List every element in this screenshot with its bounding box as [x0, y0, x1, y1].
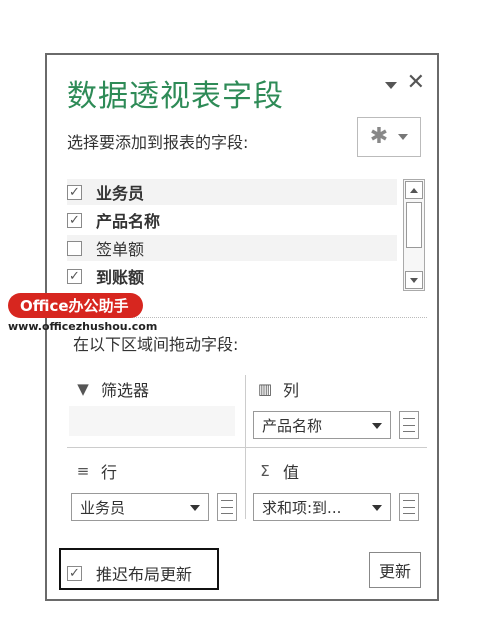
rows-well: 业务员: [71, 493, 243, 523]
area-divider-horizontal: [67, 447, 427, 448]
rows-area[interactable]: ≡ 行 业务员: [67, 453, 243, 527]
columns-area[interactable]: ▥ 列 产品名称: [249, 371, 427, 445]
columns-icon: ▥: [257, 380, 273, 398]
field-label: 业务员: [96, 184, 145, 203]
filters-drop-well[interactable]: [69, 406, 235, 436]
field-item-salesperson[interactable]: ✓ 业务员: [67, 179, 397, 205]
columns-well: 产品名称: [253, 411, 425, 441]
spinner-line: [403, 431, 415, 432]
pane-title: 数据透视表字段: [67, 79, 284, 114]
field-item-signed-amount[interactable]: 签单额: [67, 235, 397, 261]
columns-area-title: ▥ 列: [257, 377, 299, 401]
drag-areas-label: 在以下区域间拖动字段:: [73, 335, 239, 354]
values-area-title: Σ 值: [257, 459, 299, 483]
field-item-received-amount[interactable]: ✓ 到账额: [67, 263, 397, 289]
filters-label: 筛选器: [101, 381, 150, 400]
field-list: ✓ 业务员 ✓ 产品名称 签单额 ✓ 到账额: [67, 177, 425, 293]
field-checkbox[interactable]: ✓: [67, 212, 82, 228]
close-icon[interactable]: ✕: [407, 72, 425, 94]
scroll-down-button[interactable]: [405, 271, 423, 289]
column-field-chip[interactable]: 产品名称: [253, 411, 391, 439]
row-field-chip[interactable]: 业务员: [71, 493, 209, 521]
spinner-line: [221, 513, 233, 514]
watermark-brand: Office办公助手: [8, 293, 143, 318]
field-label: 到账额: [96, 268, 145, 287]
chip-label: 产品名称: [262, 416, 323, 435]
spinner-line: [403, 425, 415, 426]
choose-fields-label: 选择要添加到报表的字段:: [67, 133, 249, 152]
chevron-down-icon: [410, 277, 418, 283]
filters-area-title: ▼ 筛选器: [75, 377, 149, 401]
filter-icon: ▼: [77, 380, 89, 398]
spinner-line: [221, 507, 233, 508]
spinner-line: [403, 418, 415, 419]
field-checkbox[interactable]: ✓: [67, 268, 82, 284]
spinner-line: [403, 500, 415, 501]
columns-scroll-spinner[interactable]: [399, 411, 419, 439]
chevron-down-icon[interactable]: [190, 505, 200, 511]
field-checkbox[interactable]: ✓: [67, 184, 82, 200]
task-pane-options-icon[interactable]: [384, 81, 397, 89]
title-controls: ✕: [384, 72, 425, 94]
tools-button[interactable]: ✱: [357, 117, 421, 157]
rows-icon: ≡: [76, 462, 90, 480]
chip-label: 业务员: [80, 498, 126, 517]
value-field-chip[interactable]: 求和项:到...: [253, 493, 391, 521]
columns-label: 列: [283, 381, 300, 400]
scroll-thumb[interactable]: [406, 202, 422, 248]
field-checkbox[interactable]: [67, 240, 82, 256]
scroll-up-button[interactable]: [405, 181, 423, 199]
field-list-scrollbar[interactable]: [403, 179, 425, 291]
spinner-line: [403, 513, 415, 514]
field-label: 签单额: [96, 240, 145, 259]
watermark: Office办公助手 www.officezhushou.com: [8, 293, 157, 333]
spinner-line: [403, 507, 415, 508]
update-button[interactable]: 更新: [369, 552, 421, 588]
rows-area-title: ≡ 行: [75, 459, 117, 483]
rows-label: 行: [101, 463, 118, 482]
values-area[interactable]: Σ 值 求和项:到...: [249, 453, 427, 527]
spinner-line: [221, 500, 233, 501]
chip-label: 求和项:到...: [262, 498, 342, 517]
values-well: 求和项:到...: [253, 493, 425, 523]
chevron-down-icon: [398, 134, 409, 140]
defer-layout-update[interactable]: ✓ 推迟布局更新: [67, 561, 192, 585]
gear-icon: ✱: [369, 124, 389, 149]
chevron-down-icon[interactable]: [372, 505, 382, 511]
chevron-down-icon[interactable]: [372, 423, 382, 429]
rows-scroll-spinner[interactable]: [217, 493, 237, 521]
watermark-url: www.officezhushou.com: [8, 320, 158, 333]
values-scroll-spinner[interactable]: [399, 493, 419, 521]
field-item-product-name[interactable]: ✓ 产品名称: [67, 207, 397, 233]
defer-label: 推迟布局更新: [96, 565, 193, 584]
values-label: 值: [283, 463, 300, 482]
chevron-up-icon: [410, 187, 418, 193]
defer-checkbox[interactable]: ✓: [67, 565, 82, 581]
field-label: 产品名称: [96, 212, 161, 231]
sigma-icon: Σ: [260, 462, 270, 480]
